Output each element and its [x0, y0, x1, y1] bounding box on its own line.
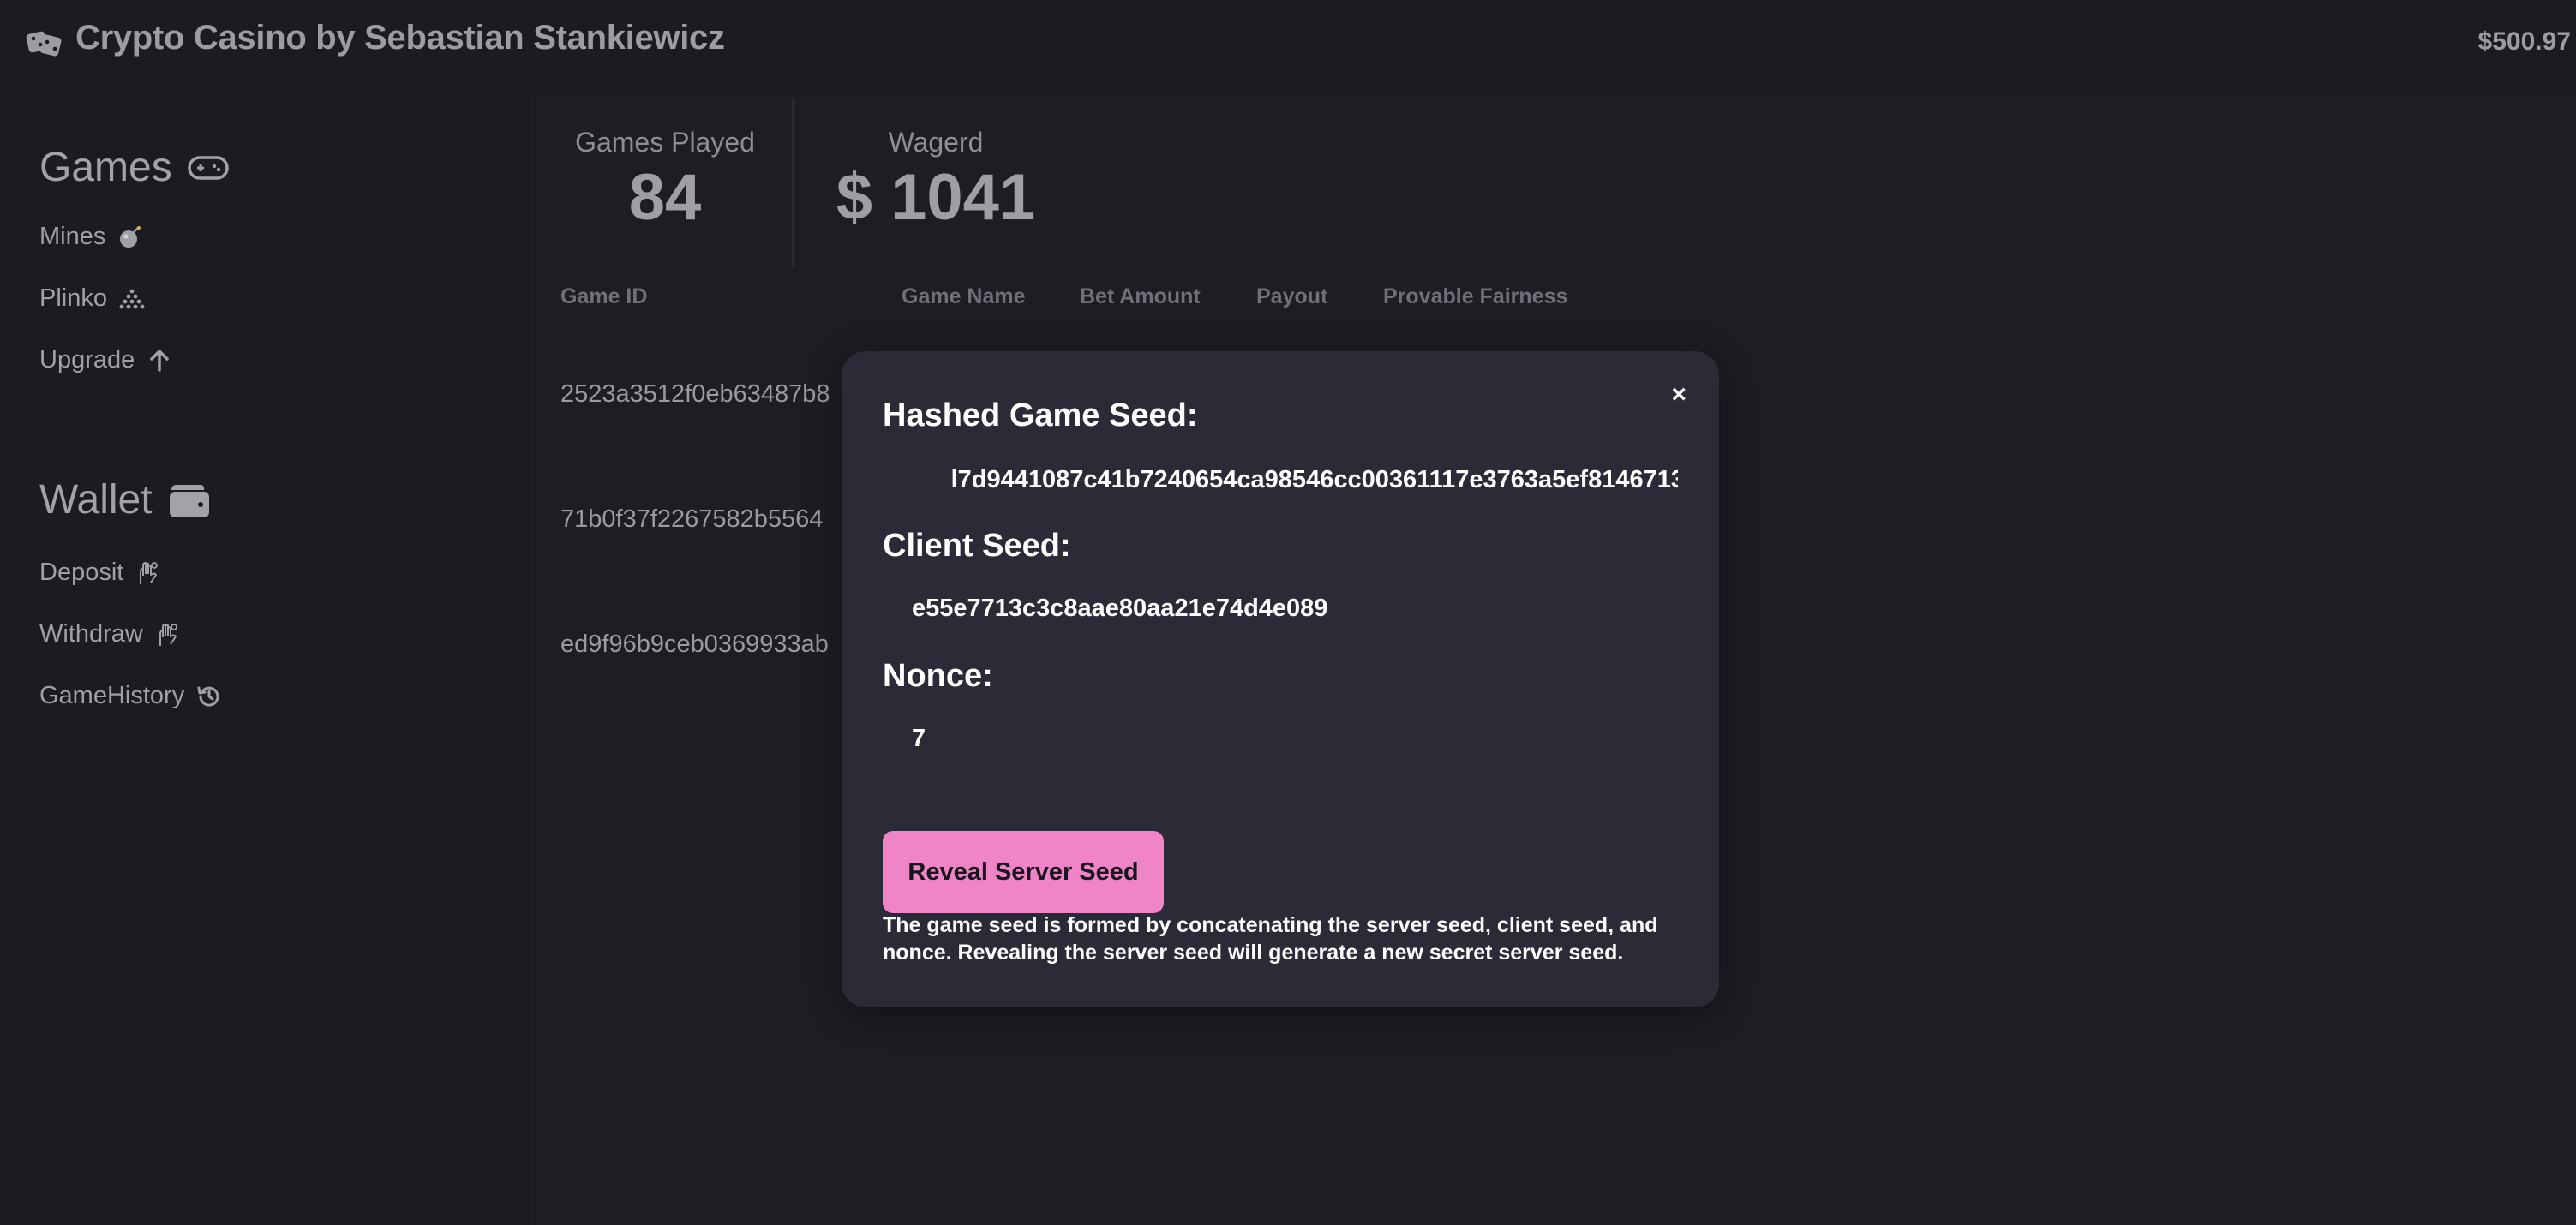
wagered-stat: Wagerd $ 1041: [833, 127, 1039, 235]
sidebar-item-withdraw[interactable]: Withdraw: [39, 620, 179, 648]
sidebar-item-upgrade[interactable]: Upgrade: [39, 346, 172, 374]
hashed-seed-value: l7d9441087c41b7240654ca98546cc00361117e3…: [950, 466, 1678, 493]
wagered-value: $ 1041: [836, 161, 1036, 234]
hand-coin-icon: [135, 560, 159, 586]
table-row-game-id: 71b0f37f2267582b5564: [560, 505, 824, 533]
sidebar-item-gamehistory[interactable]: GameHistory: [39, 682, 222, 710]
sidebar-item-label: Upgrade: [39, 346, 135, 373]
hashed-seed-container: l7d9441087c41b7240654ca98546cc00361117e3…: [883, 463, 1678, 500]
app-title: Crypto Casino by Sebastian Stankiewicz: [75, 19, 725, 57]
pyramid-icon: [119, 286, 145, 312]
games-played-value: 84: [628, 161, 702, 234]
bomb-icon: [117, 224, 143, 250]
hand-coin-icon: [155, 622, 179, 648]
nonce-heading: Nonce:: [883, 658, 993, 694]
table-row-game-id: ed9f96b9ceb0369933ab: [560, 630, 829, 658]
reveal-server-seed-button[interactable]: Reveal Server Seed: [883, 831, 1164, 913]
wallet-title-label: Wallet: [39, 477, 153, 523]
sidebar-item-label: Deposit: [39, 559, 124, 586]
client-seed-value: e55e7713c3c8aae80aa21e74d4e089: [912, 595, 1328, 622]
nonce-value: 7: [912, 725, 926, 752]
wagered-label: Wagerd: [888, 127, 984, 158]
table-row-game-id: 2523a3512f0eb63487b8: [560, 380, 830, 408]
wallet-section-title: Wallet: [39, 476, 211, 523]
hashed-seed-heading: Hashed Game Seed:: [883, 397, 1198, 433]
column-header-payout: Payout: [1256, 284, 1328, 308]
stat-divider: [792, 99, 794, 267]
games-played-label: Games Played: [575, 127, 755, 158]
sidebar: Games Mines Plinko Upgrade Wallet Deposi…: [0, 94, 531, 1225]
seed-explanation-note: The game seed is formed by concatenating…: [883, 913, 1658, 965]
arrow-up-icon: [147, 348, 172, 373]
column-header-game-id: Game ID: [560, 284, 648, 308]
app-header: Crypto Casino by Sebastian Stankiewicz $…: [0, 0, 2576, 86]
history-icon: [196, 684, 222, 709]
dice-icon: [26, 26, 63, 60]
balance-display: $500.97: [2477, 27, 2571, 56]
provable-fairness-modal: × Hashed Game Seed: l7d9441087c41b724065…: [842, 351, 1719, 1007]
sidebar-item-plinko[interactable]: Plinko: [39, 284, 145, 313]
gamepad-icon: [187, 155, 229, 181]
column-header-provable-fairness: Provable Fairness: [1383, 284, 1568, 308]
sidebar-item-label: Withdraw: [39, 620, 143, 648]
sidebar-item-label: Mines: [39, 223, 106, 250]
wallet-icon: [168, 481, 211, 519]
games-title-label: Games: [39, 145, 172, 190]
games-section-title: Games: [39, 144, 229, 191]
sidebar-item-deposit[interactable]: Deposit: [39, 559, 159, 587]
games-played-stat: Games Played 84: [574, 127, 756, 235]
client-seed-heading: Client Seed:: [883, 528, 1071, 564]
sidebar-item-label: GameHistory: [39, 682, 185, 709]
column-header-bet-amount: Bet Amount: [1080, 284, 1201, 308]
column-header-game-name: Game Name: [902, 284, 1026, 308]
sidebar-item-label: Plinko: [39, 284, 107, 312]
sidebar-item-mines[interactable]: Mines: [39, 223, 143, 251]
close-icon[interactable]: ×: [1671, 380, 1686, 409]
